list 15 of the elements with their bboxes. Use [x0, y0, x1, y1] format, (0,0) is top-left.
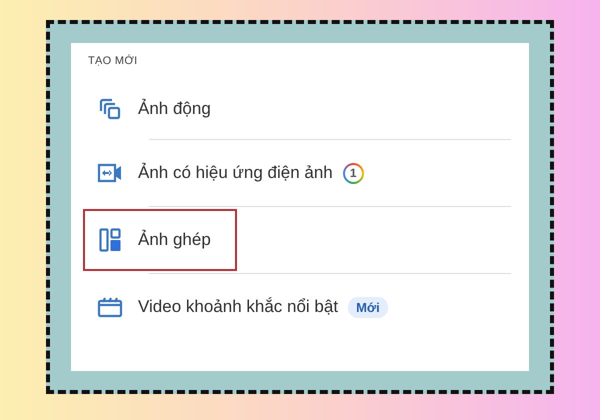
- menu-item[interactable]: Video khoảnh khắc nổi bật Mới: [82, 274, 511, 340]
- cinematic-icon: [97, 162, 123, 184]
- section-title: TẠO MỚI: [88, 55, 138, 67]
- clapperboard-icon: [97, 296, 123, 318]
- item-label: Ảnh động: [138, 99, 211, 119]
- item-label: Ảnh ghép: [138, 230, 211, 250]
- new-badge: Mới: [348, 296, 388, 318]
- menu-item[interactable]: Ảnh có hiệu ứng điện ảnh 1: [82, 140, 511, 206]
- menu-item[interactable]: Ảnh ghép: [82, 207, 511, 273]
- item-label: Video khoảnh khắc nổi bật: [138, 297, 338, 317]
- count-badge: 1: [342, 162, 364, 184]
- layers-icon: [98, 97, 122, 121]
- collage-icon: [99, 228, 121, 252]
- item-label: Ảnh có hiệu ứng điện ảnh: [138, 163, 333, 183]
- menu-item[interactable]: Ảnh động: [82, 79, 511, 139]
